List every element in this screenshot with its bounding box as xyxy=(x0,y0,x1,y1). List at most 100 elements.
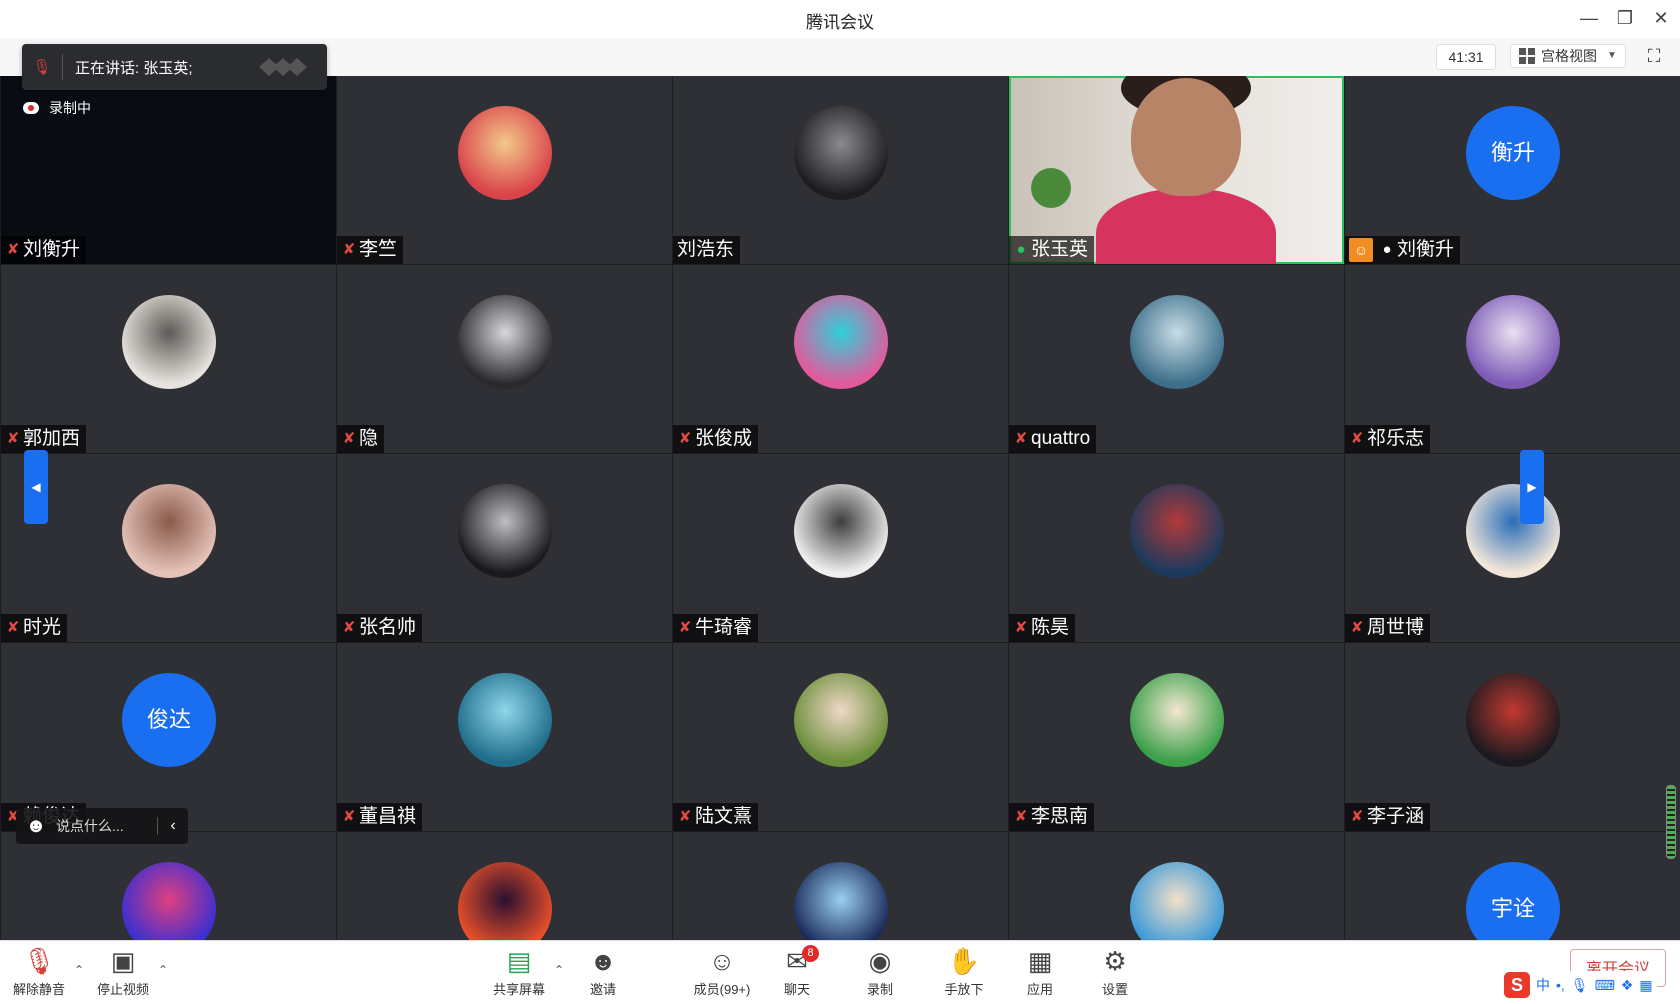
participant-tile[interactable]: ✘ 牛琦睿 xyxy=(673,454,1008,642)
record-button[interactable]: ◉ 录制 xyxy=(845,945,915,998)
view-mode-label: 宫格视图 xyxy=(1541,48,1597,64)
mic-muted-icon: ✘ xyxy=(678,808,692,825)
avatar xyxy=(122,295,216,389)
participant-name-tag: ✘ 张名帅 xyxy=(337,614,423,642)
participant-name-tag: ✘ 张俊成 xyxy=(673,425,759,453)
close-icon[interactable]: ✕ xyxy=(1650,4,1672,32)
participant-tile[interactable] xyxy=(1,832,336,956)
video-options-icon[interactable]: ⌃ xyxy=(158,963,168,977)
audio-options-icon[interactable]: ⌃ xyxy=(74,963,84,977)
avatar xyxy=(794,484,888,578)
apps-button[interactable]: ▦ 应用 xyxy=(1005,945,1075,998)
mic-muted-icon: ✘ xyxy=(6,430,20,447)
avatar: 俊达 xyxy=(122,673,216,767)
ime-mic-icon: 🎙 xyxy=(1570,976,1589,993)
ime-keyboard-icon: ⌨ xyxy=(1594,976,1615,993)
grid-view-icon xyxy=(1519,48,1535,64)
participant-name: 周世博 xyxy=(1367,617,1425,638)
chat-label: 聊天 xyxy=(783,982,810,997)
speaking-popup: 🎙 正在讲话: 张玉英; xyxy=(22,44,327,90)
participant-tile[interactable]: ✘ 陈昊 xyxy=(1009,454,1344,642)
participant-tile[interactable]: ✘ quattro xyxy=(1009,265,1344,453)
mic-muted-icon: ✘ xyxy=(678,430,692,447)
participant-name: 刘浩东 xyxy=(677,239,735,260)
mic-icon: ● xyxy=(1382,241,1392,258)
participant-tile[interactable] xyxy=(1009,832,1344,956)
settings-label: 设置 xyxy=(1101,982,1128,997)
participant-name: 隐 xyxy=(359,428,379,449)
ime-punct-icon: •, xyxy=(1556,977,1565,993)
participant-tile[interactable]: ✘ 郭加西 xyxy=(1,265,336,453)
mic-muted-icon: ✘ xyxy=(342,430,356,447)
participant-tile[interactable]: ✘ 李子涵 xyxy=(1345,643,1680,831)
members-button[interactable]: ☺ 成员(99+) xyxy=(686,945,758,998)
avatar xyxy=(1466,673,1560,767)
sogou-icon: S xyxy=(1504,972,1530,998)
invite-label: 邀请 xyxy=(589,982,616,997)
settings-button[interactable]: ⚙ 设置 xyxy=(1080,945,1150,998)
participant-name-tag: ✘ 李子涵 xyxy=(1345,803,1431,831)
mic-muted-icon: ✘ xyxy=(342,808,356,825)
cloud-record-icon xyxy=(23,102,39,114)
participant-name-tag: ✘ 陈昊 xyxy=(1009,614,1076,642)
quick-chat-input[interactable]: ☻ 说点什么... ‹ xyxy=(16,808,188,844)
bottom-toolbar: 🎙 解除静音 ⌃ ▣ 停止视频 ⌃ ▤ 共享屏幕 ⌃ ☻ 邀请 ☺ 成员(99+… xyxy=(0,940,1680,1004)
participant-tile[interactable]: 俊达✘赖俊达 xyxy=(1,643,336,831)
next-page-button[interactable]: ▶ xyxy=(1520,450,1544,524)
participant-tile[interactable] xyxy=(337,832,672,956)
participant-name: 刘衡升 xyxy=(23,239,81,260)
prev-page-button[interactable]: ◀ xyxy=(24,450,48,524)
share-options-icon[interactable]: ⌃ xyxy=(554,963,564,977)
participant-tile[interactable]: 衡升 ☺ ● 刘衡升 xyxy=(1345,76,1680,264)
participant-tile[interactable]: ✘ 隐 xyxy=(337,265,672,453)
unmute-button[interactable]: 🎙 解除静音 xyxy=(4,945,74,998)
participant-tile[interactable]: 录制中 ✘ 刘衡升 xyxy=(1,76,336,264)
share-screen-button[interactable]: ▤ 共享屏幕 xyxy=(484,945,554,998)
camera-icon: ▣ xyxy=(110,946,136,976)
speaking-text: 正在讲话: 张玉英; xyxy=(75,59,193,77)
chat-icon: ✉ xyxy=(786,946,808,976)
avatar xyxy=(458,484,552,578)
mic-muted-icon: 🎙 xyxy=(32,59,52,76)
emoji-icon[interactable]: ☻ xyxy=(16,815,56,838)
participant-tile[interactable] xyxy=(673,832,1008,956)
participant-tile[interactable]: 宇诠 xyxy=(1345,832,1680,956)
fullscreen-icon[interactable]: ⛶ xyxy=(1644,46,1664,66)
participant-tile[interactable]: ✘ 周世博 xyxy=(1345,454,1680,642)
participant-name-tag: ✘ 隐 xyxy=(337,425,385,453)
participant-tile[interactable]: 刘浩东 xyxy=(673,76,1008,264)
recording-indicator: 录制中 xyxy=(23,98,91,118)
chevron-down-icon: ▼ xyxy=(1607,50,1617,61)
participant-name: 郭加西 xyxy=(23,428,81,449)
participant-name-tag: ● 张玉英 xyxy=(1009,236,1095,264)
mic-muted-icon: ✘ xyxy=(1014,619,1028,636)
restore-icon[interactable]: ❐ xyxy=(1614,4,1636,32)
participant-tile[interactable]: ● 张玉英 xyxy=(1009,76,1344,264)
participant-tile[interactable]: ✘ 陆文熹 xyxy=(673,643,1008,831)
collapse-chevron-icon[interactable]: ‹ xyxy=(157,817,188,835)
participant-tile[interactable]: ✘ 李竺 xyxy=(337,76,672,264)
participant-name: 时光 xyxy=(23,617,62,638)
participant-tile[interactable]: ✘ 董昌祺 xyxy=(337,643,672,831)
meeting-logo-icon xyxy=(259,58,307,76)
ime-toolbar[interactable]: S 中 •, 🎙 ⌨ ❖ ▦ xyxy=(1500,971,1657,999)
stop-video-button[interactable]: ▣ 停止视频 xyxy=(88,945,158,998)
participant-name-tag: ✘ 周世博 xyxy=(1345,614,1431,642)
window-title: 腾讯会议 xyxy=(806,13,874,32)
participant-tile[interactable]: ✘ 时光 xyxy=(1,454,336,642)
ime-lang: 中 xyxy=(1536,977,1550,993)
invite-button[interactable]: ☻ 邀请 xyxy=(568,945,638,998)
hand-down-button[interactable]: ✋ 手放下 xyxy=(929,945,999,998)
minimize-icon[interactable]: — xyxy=(1578,4,1600,32)
mic-muted-icon: ✘ xyxy=(1014,808,1028,825)
participant-tile[interactable]: ✘ 张名帅 xyxy=(337,454,672,642)
participant-tile[interactable]: ✘ 李思南 xyxy=(1009,643,1344,831)
view-mode-select[interactable]: 宫格视图 ▼ xyxy=(1510,44,1626,68)
participant-name-tag: ✘ 李竺 xyxy=(337,236,404,264)
participant-tile[interactable]: ✘ 祁乐志 xyxy=(1345,265,1680,453)
video-grid: 录制中 ✘ 刘衡升 ✘ 李竺 刘浩东 ● 张玉英 衡升 ☺ ● 刘衡升 ✘ 郭加西 ✘ 隐 ✘ 张俊成 ✘ quatt… xyxy=(0,76,1680,956)
participant-tile[interactable]: ✘ 张俊成 xyxy=(673,265,1008,453)
chat-button[interactable]: ✉ 8 聊天 xyxy=(762,945,832,998)
mic-muted-icon: ✘ xyxy=(342,619,356,636)
participant-name: 陈昊 xyxy=(1031,617,1070,638)
